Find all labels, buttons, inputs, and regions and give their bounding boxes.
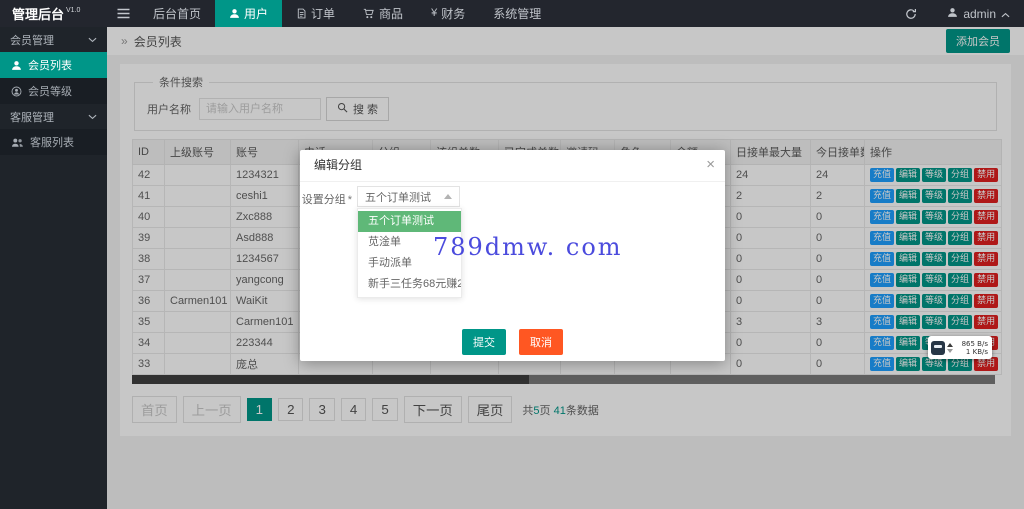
cart-icon [363, 8, 375, 19]
level-icon [11, 86, 22, 97]
sidebar-group-0[interactable]: 会员管理 [0, 27, 107, 52]
nav-item-label: 系统管理 [493, 5, 541, 22]
modal-footer: 提交 取消 [300, 329, 725, 355]
group-dropdown: 五个订单测试苋淦单手动派单新手三任务68元赚20元 [357, 208, 462, 298]
group-option-2[interactable]: 手动派单 [358, 253, 461, 274]
nav-item-4[interactable]: ¥ 财务 [417, 0, 479, 27]
network-speed-widget[interactable]: 865 B/s 1 KB/s [928, 336, 992, 359]
nav-item-1[interactable]: 用户 [215, 0, 282, 27]
admin-menu[interactable]: admin [933, 7, 1024, 21]
sidebar: 会员管理会员列表会员等级客服管理客服列表 [0, 27, 107, 509]
screen: 管理后台 V1.0 后台首页用户订单商品¥财务系统管理 admin 会员管理会员… [0, 0, 1024, 509]
group-option-1[interactable]: 苋淦单 [358, 232, 461, 253]
user-icon [947, 7, 958, 21]
chevron-up-icon [1001, 7, 1010, 21]
sidebar-item-label: 客服列表 [30, 134, 74, 150]
nav-item-label: 商品 [379, 5, 403, 22]
net-speed-text: 865 B/s 1 KB/s [955, 340, 988, 356]
required-mark: * [348, 194, 352, 206]
caret-up-icon [444, 194, 452, 199]
nav-item-3[interactable]: 商品 [349, 0, 417, 27]
modal-title: 编辑分组 [300, 150, 725, 182]
nav-item-label: 后台首页 [153, 5, 201, 22]
nav-item-label: 财务 [441, 5, 465, 22]
user-icon [11, 60, 22, 71]
updown-arrows-icon [947, 343, 953, 353]
net-monitor-app-icon [931, 341, 945, 355]
submit-button[interactable]: 提交 [462, 329, 506, 355]
group-option-0[interactable]: 五个订单测试 [358, 211, 461, 232]
admin-username: admin [963, 7, 996, 21]
sidebar-item-label: 会员列表 [28, 57, 72, 73]
nav-right: admin [889, 0, 1024, 27]
nav-item-2[interactable]: 订单 [282, 0, 349, 27]
group-option-3[interactable]: 新手三任务68元赚20元 [358, 274, 461, 295]
sidebar-item-0-1[interactable]: 会员等级 [0, 78, 107, 104]
yen-icon: ¥ [431, 8, 437, 19]
app-title: 管理后台 [12, 4, 64, 23]
group-select[interactable]: 五个订单测试 [357, 186, 460, 207]
download-speed: 865 B/s [962, 340, 988, 348]
sidebar-group-1[interactable]: 客服管理 [0, 104, 107, 129]
order-icon [296, 8, 307, 19]
refresh-button[interactable] [889, 8, 933, 20]
group-select-value: 五个订单测试 [365, 189, 431, 205]
nav-item-label: 订单 [311, 5, 335, 22]
user-icon [229, 8, 240, 19]
upload-speed: 1 KB/s [966, 348, 988, 356]
top-navbar: 管理后台 V1.0 后台首页 用户 订单 商品 ¥ 财务 系统管理 admin [0, 0, 1024, 27]
cancel-button[interactable]: 取消 [519, 329, 563, 355]
chevron-down-icon [88, 34, 97, 46]
sidebar-item-0-0[interactable]: 会员列表 [0, 52, 107, 78]
app-version: V1.0 [66, 7, 80, 14]
close-icon[interactable]: × [706, 155, 715, 175]
sidebar-group-label: 会员管理 [10, 32, 54, 48]
set-group-label: 设置分组* [300, 191, 352, 207]
sidebar-group-label: 客服管理 [10, 109, 54, 125]
sidebar-item-1-0[interactable]: 客服列表 [0, 129, 107, 155]
nav-item-label: 用户 [244, 5, 268, 22]
hamburger-icon[interactable] [107, 0, 139, 27]
nav-menu: 后台首页 用户 订单 商品 ¥ 财务 系统管理 [139, 0, 555, 27]
app-brand: 管理后台 V1.0 [0, 0, 107, 27]
nav-item-5[interactable]: 系统管理 [479, 0, 555, 27]
edit-group-modal: 编辑分组 × 设置分组* 五个订单测试 五个订单测试苋淦单手动派单新手三任务68… [300, 150, 725, 361]
people-icon [11, 137, 24, 148]
sidebar-item-label: 会员等级 [28, 83, 72, 99]
chevron-down-icon [88, 111, 97, 123]
nav-item-0[interactable]: 后台首页 [139, 0, 215, 27]
